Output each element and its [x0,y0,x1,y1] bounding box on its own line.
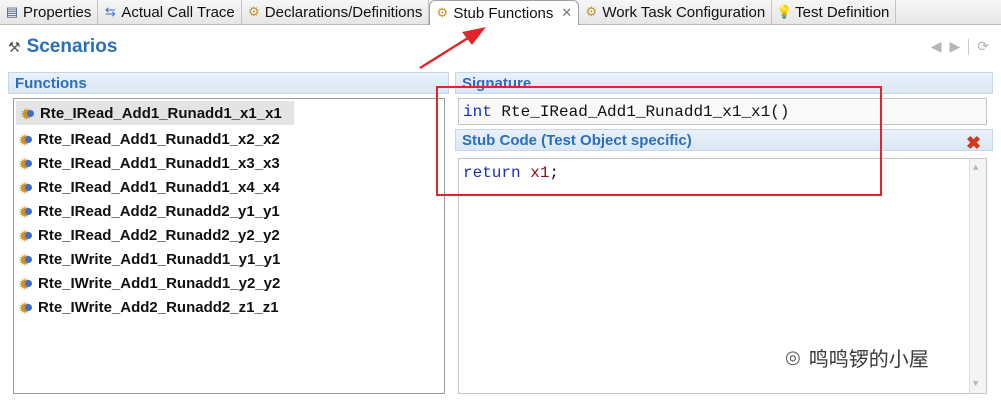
watermark-text: 鸣鸣锣的小屋 [808,349,929,371]
wechat-icon: ◎ [785,347,801,367]
watermark: ◎ 鸣鸣锣的小屋 [785,343,929,372]
annotation-arrow [419,27,486,70]
